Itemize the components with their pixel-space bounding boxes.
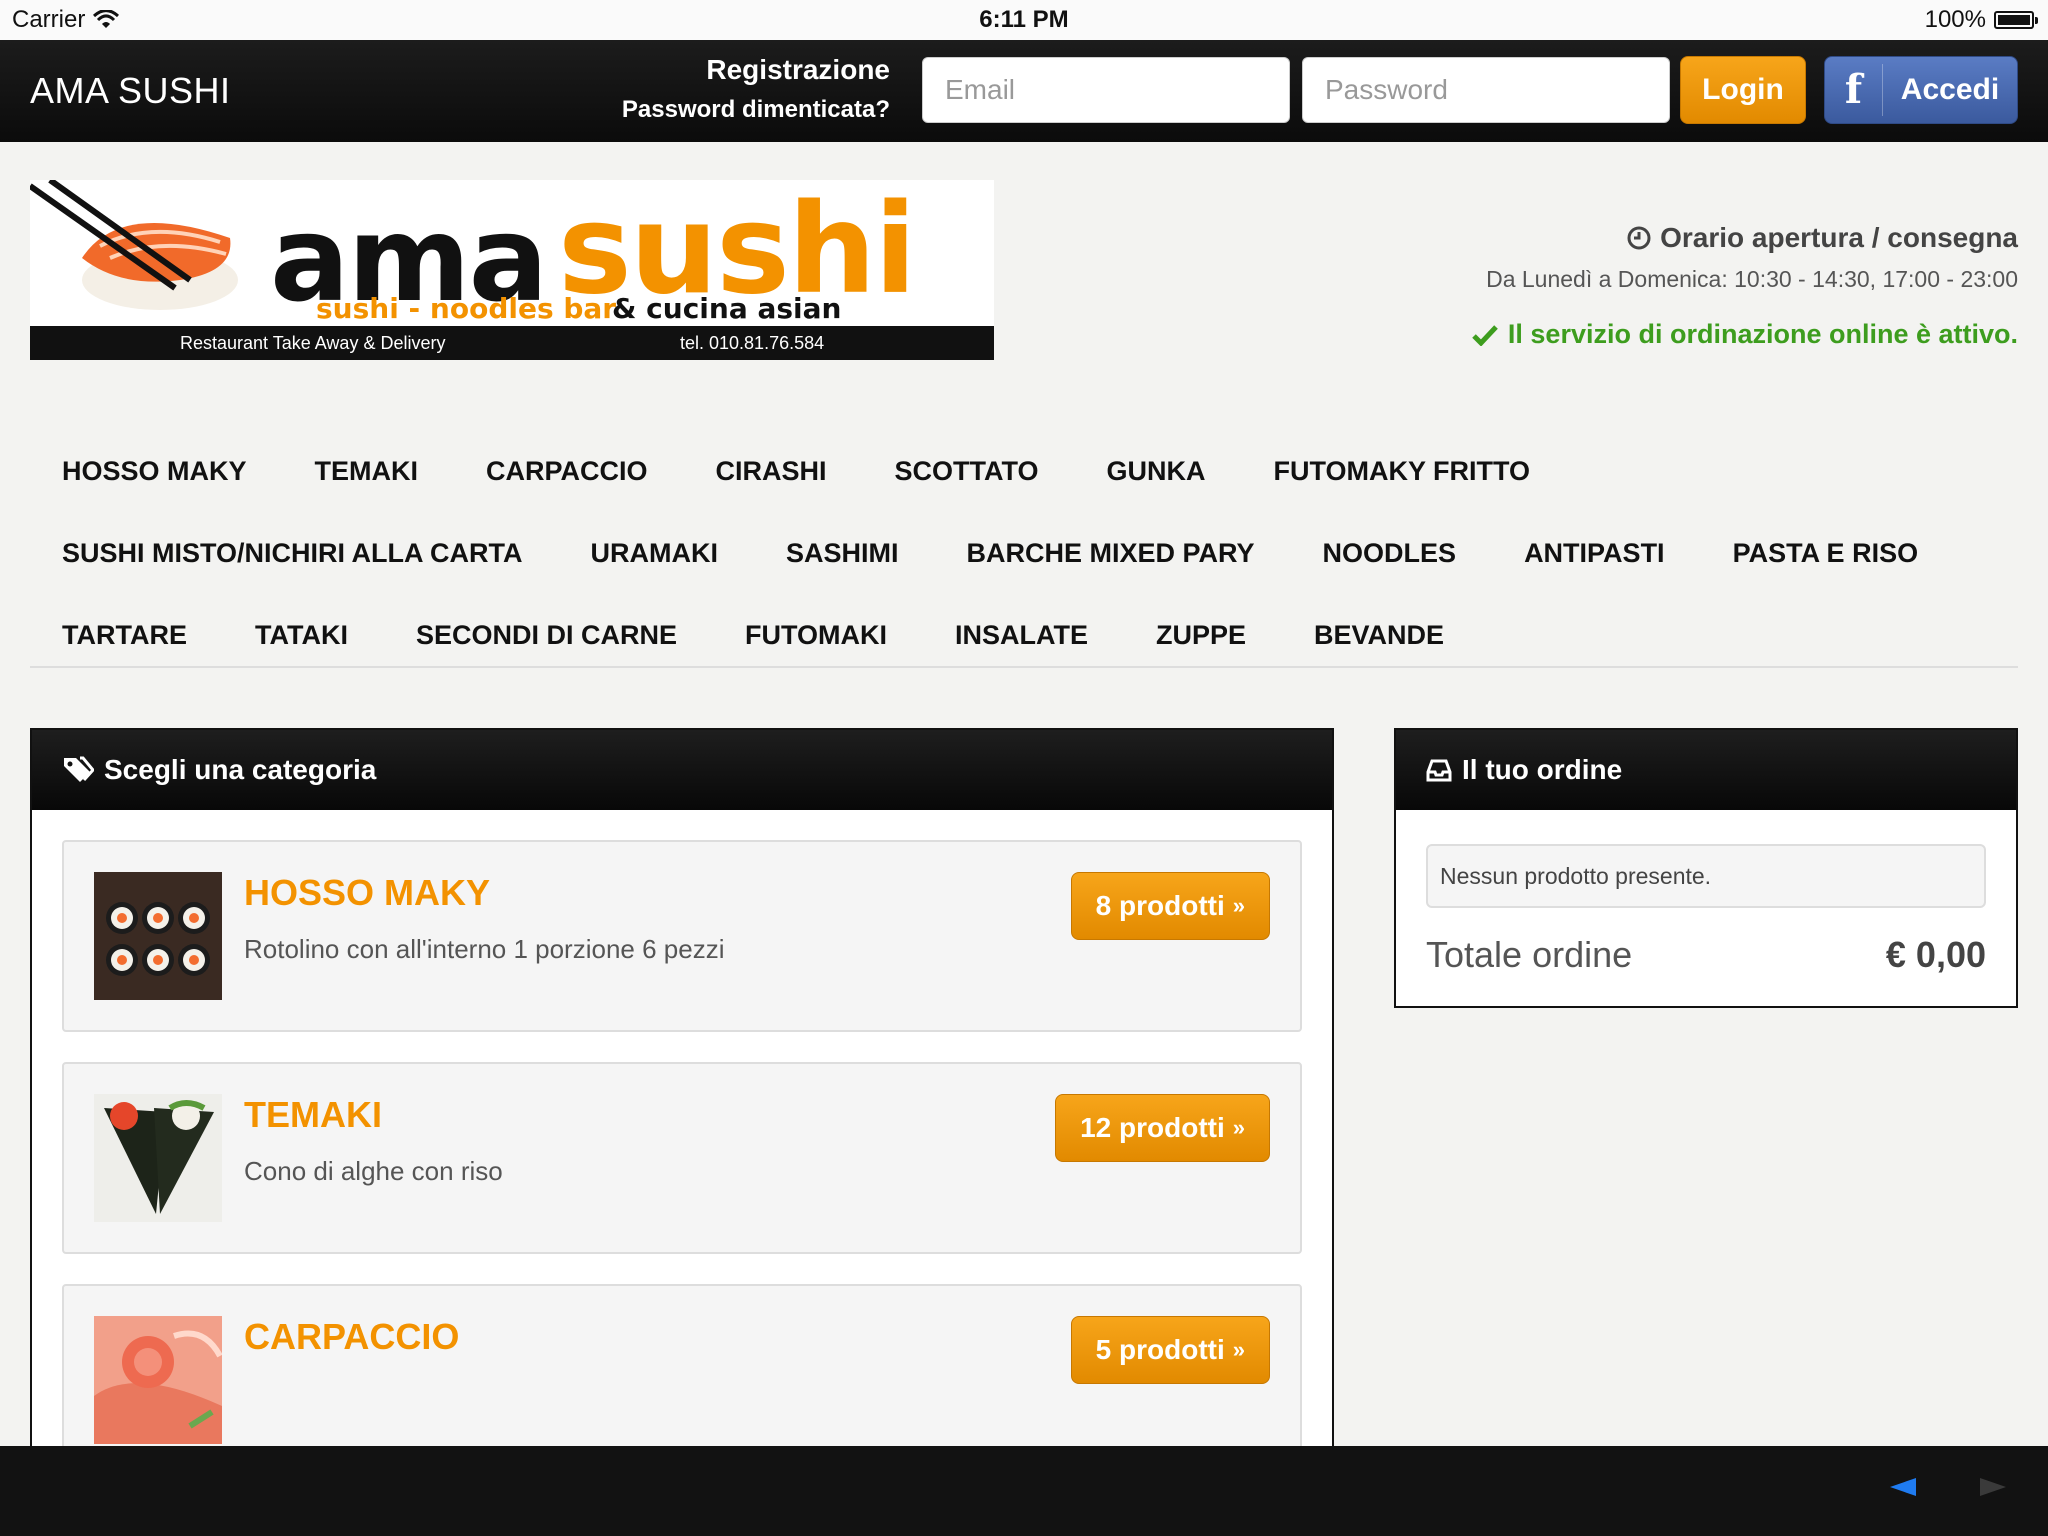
restaurant-logo: ama sushi sushi - noodles bar & cucina a… (30, 180, 994, 360)
facebook-icon: f (1825, 64, 1883, 116)
logo-tagline: Restaurant Take Away & Delivery (180, 333, 446, 353)
category-panel-header: Scegli una categoria (32, 730, 1332, 810)
chevron-right-icon: » (1232, 1115, 1245, 1140)
menu-item-sushi-misto[interactable]: SUSHI MISTO/NICHIRI ALLA CARTA (62, 538, 523, 569)
category-card-description: Rotolino con all'interno 1 porzione 6 pe… (244, 934, 725, 964)
menu-item-sashimi[interactable]: SASHIMI (786, 538, 899, 569)
products-count-label: 5 prodotti (1095, 1334, 1225, 1365)
menu-item-bevande[interactable]: BEVANDE (1314, 620, 1444, 651)
brand-name[interactable]: AMA SUSHI (30, 70, 231, 112)
menu-item-noodles[interactable]: NOODLES (1323, 538, 1457, 569)
register-link[interactable]: Registrazione (622, 54, 890, 86)
order-total-label: Totale ordine (1426, 934, 1633, 975)
menu-item-scottato[interactable]: SCOTTATO (895, 456, 1039, 487)
online-order-status-text: Il servizio di ordinazione online è atti… (1507, 319, 2018, 349)
category-menu: HOSSO MAKY TEMAKI CARPACCIO CIRASHI SCOT… (30, 430, 2018, 676)
opening-hours-title: Orario apertura / consegna (1472, 222, 2018, 254)
logo-strip (30, 326, 994, 360)
products-count-button[interactable]: 12 prodotti » (1055, 1094, 1270, 1162)
facebook-login-button[interactable]: f Accedi (1824, 56, 2018, 124)
category-card-title[interactable]: CARPACCIO (244, 1316, 459, 1358)
email-input[interactable] (922, 57, 1290, 123)
menu-item-cirashi[interactable]: CIRASHI (716, 456, 827, 487)
battery-percent: 100% (1924, 6, 1986, 33)
battery-indicator: 100% (1924, 6, 2038, 34)
category-menu-row: TARTARE TATAKI SECONDI DI CARNE FUTOMAKI… (30, 594, 2018, 676)
menu-item-zuppe[interactable]: ZUPPE (1156, 620, 1246, 651)
menu-item-futomaky-fritto[interactable]: FUTOMAKY FRITTO (1274, 456, 1531, 487)
opening-hours: Orario apertura / consegna Da Lunedì a D… (1472, 222, 2018, 350)
category-card-description: Cono di alghe con riso (244, 1156, 503, 1186)
category-panel: Scegli una categoria HOSSO MAKY Rotolino… (30, 728, 1334, 1448)
category-menu-row: SUSHI MISTO/NICHIRI ALLA CARTA URAMAKI S… (30, 512, 2018, 594)
top-navbar: AMA SUSHI Registrazione Password dimenti… (0, 40, 2048, 142)
order-panel: Il tuo ordine Nessun prodotto presente. … (1394, 728, 2018, 1008)
category-menu-row: HOSSO MAKY TEMAKI CARPACCIO CIRASHI SCOT… (30, 430, 2018, 512)
forward-arrow-icon[interactable] (1980, 1478, 2006, 1496)
auth-links: Registrazione Password dimenticata? (622, 54, 890, 124)
logo-subtitle-noodles: sushi - noodles bar (316, 292, 617, 325)
category-card-title[interactable]: HOSSO MAKY (244, 872, 490, 914)
menu-item-pasta-e-riso[interactable]: PASTA E RISO (1733, 538, 1919, 569)
category-card-hosso-maky[interactable]: HOSSO MAKY Rotolino con all'interno 1 po… (62, 840, 1302, 1032)
products-count-label: 12 prodotti (1080, 1112, 1225, 1143)
battery-icon (1994, 11, 2038, 29)
chevron-right-icon: » (1232, 1337, 1245, 1362)
menu-divider (30, 666, 2018, 668)
order-total-value: € 0,00 (1885, 934, 1986, 975)
browser-toolbar (0, 1446, 2048, 1536)
logo-phone: tel. 010.81.76.584 (680, 333, 825, 353)
products-count-label: 8 prodotti (1095, 890, 1225, 921)
clock-icon (1627, 226, 1651, 250)
menu-item-uramaki[interactable]: URAMAKI (591, 538, 719, 569)
category-card-title[interactable]: TEMAKI (244, 1094, 382, 1136)
products-count-button[interactable]: 5 prodotti » (1070, 1316, 1270, 1384)
inbox-icon (1426, 759, 1452, 782)
logo-subtitle-asian: & cucina asian (612, 292, 842, 325)
menu-item-tataki[interactable]: TATAKI (255, 620, 348, 651)
status-bar: Carrier 6:11 PM 100% (0, 0, 2048, 40)
menu-item-antipasti[interactable]: ANTIPASTI (1524, 538, 1665, 569)
menu-item-futomaki[interactable]: FUTOMAKI (745, 620, 887, 651)
check-icon (1472, 324, 1498, 346)
forgot-password-link[interactable]: Password dimenticata? (622, 96, 890, 124)
sushi-logo-icon (30, 180, 238, 310)
facebook-login-label: Accedi (1900, 73, 2000, 106)
menu-item-secondi-di-carne[interactable]: SECONDI DI CARNE (416, 620, 677, 651)
online-order-status: Il servizio di ordinazione online è atti… (1472, 319, 2018, 350)
menu-item-barche-mixed-pary[interactable]: BARCHE MIXED PARY (967, 538, 1255, 569)
password-input[interactable] (1302, 57, 1670, 123)
menu-item-tartare[interactable]: TARTARE (62, 620, 187, 651)
login-button[interactable]: Login (1680, 56, 1806, 124)
category-card-temaki[interactable]: TEMAKI Cono di alghe con riso 12 prodott… (62, 1062, 1302, 1254)
empty-order-message: Nessun prodotto presente. (1426, 844, 1986, 908)
category-card-carpaccio[interactable]: CARPACCIO 5 prodotti » (62, 1284, 1302, 1446)
category-panel-title: Scegli una categoria (104, 754, 377, 785)
menu-item-hosso-maky[interactable]: HOSSO MAKY (62, 456, 247, 487)
opening-hours-detail: Da Lunedì a Domenica: 10:30 - 14:30, 17:… (1486, 266, 2018, 292)
order-panel-header: Il tuo ordine (1396, 730, 2016, 810)
products-count-button[interactable]: 8 prodotti » (1070, 872, 1270, 940)
order-panel-title: Il tuo ordine (1462, 754, 1623, 785)
back-arrow-icon[interactable] (1890, 1478, 1916, 1496)
menu-item-gunka[interactable]: GUNKA (1107, 456, 1206, 487)
clock: 6:11 PM (979, 6, 1069, 33)
tags-icon (64, 756, 94, 782)
chevron-right-icon: » (1232, 893, 1245, 918)
menu-item-temaki[interactable]: TEMAKI (315, 456, 419, 487)
carpaccio-photo (94, 1316, 222, 1444)
temaki-photo (94, 1094, 222, 1222)
menu-item-insalate[interactable]: INSALATE (955, 620, 1088, 651)
hosso-maky-photo (94, 872, 222, 1000)
menu-item-carpaccio[interactable]: CARPACCIO (486, 456, 648, 487)
opening-hours-title-text: Orario apertura / consegna (1660, 222, 2018, 253)
